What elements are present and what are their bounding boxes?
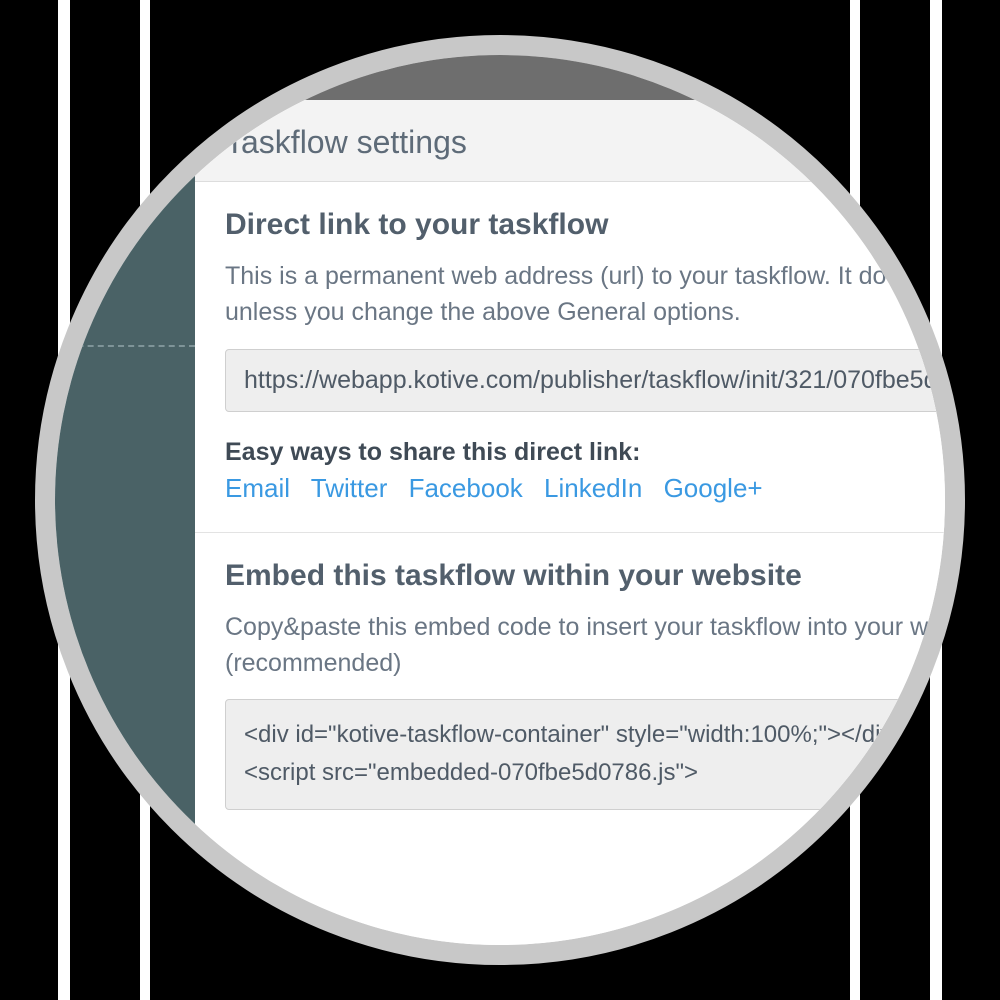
direct-link-heading: Direct link to your taskflow [225, 208, 965, 242]
direct-link-description: This is a permanent web address (url) to… [225, 258, 965, 331]
embed-code-field[interactable]: <div id="kotive-taskflow-container" styl… [225, 699, 965, 810]
sidebar-divider [35, 345, 195, 347]
section-embed: Embed this taskflow within your website … [195, 533, 965, 838]
share-link-email[interactable]: Email [225, 473, 290, 503]
settings-panel: Taskflow settings Direct link to your ta… [195, 100, 965, 965]
share-links: Email Twitter Facebook LinkedIn Google+ [225, 473, 965, 504]
share-link-facebook[interactable]: Facebook [409, 473, 523, 503]
panel-header: Taskflow settings [195, 100, 965, 182]
app-window: Taskflow settings Direct link to your ta… [35, 35, 965, 965]
share-link-twitter[interactable]: Twitter [311, 473, 388, 503]
section-direct-link: Direct link to your taskflow This is a p… [195, 182, 965, 533]
sidebar [35, 100, 195, 965]
share-label: Easy ways to share this direct link: [225, 438, 965, 467]
panel-title: Taskflow settings [225, 124, 965, 161]
direct-link-url-field[interactable]: https://webapp.kotive.com/publisher/task… [225, 349, 965, 412]
share-link-googleplus[interactable]: Google+ [664, 473, 763, 503]
embed-heading: Embed this taskflow within your website [225, 559, 965, 593]
magnifier-lens: Taskflow settings Direct link to your ta… [35, 35, 965, 965]
share-link-linkedin[interactable]: LinkedIn [544, 473, 642, 503]
embed-description: Copy&paste this embed code to insert you… [225, 609, 965, 682]
